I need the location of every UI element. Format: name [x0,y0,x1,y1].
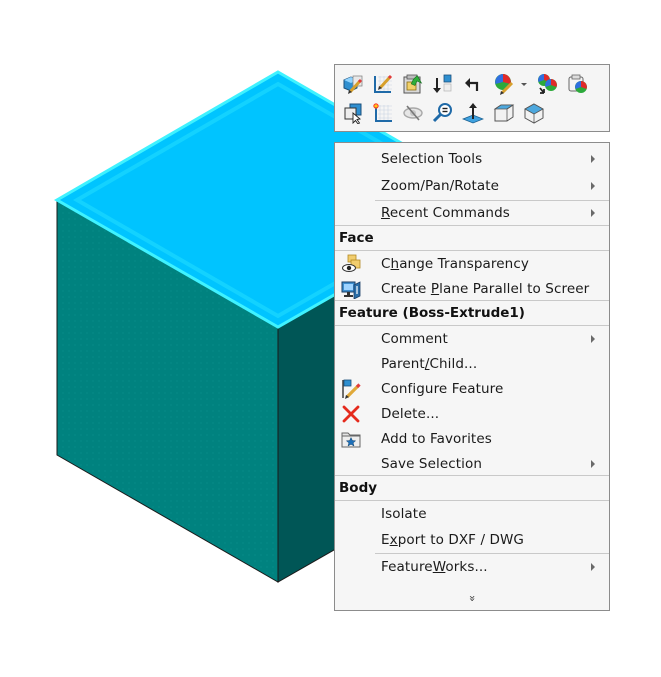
submenu-arrow-icon [591,209,595,217]
menu-item-label: Comment [381,330,448,347]
edit-feature-button[interactable] [341,72,365,96]
menu-item-zoom-pan-rotate[interactable]: Zoom/Pan/Rotate [335,173,609,198]
view-front-cube-icon [493,104,515,122]
submenu-arrow-icon [591,155,595,163]
appearance-paste-icon [568,74,587,93]
select-other-button[interactable] [341,101,365,125]
menu-item-configure-feature[interactable]: Configure Feature [335,376,609,401]
submenu-arrow-icon [591,563,595,571]
context-toolbar [334,64,610,132]
menu-item-save-selection[interactable]: Save Selection [335,451,609,476]
configure-feature-icon [342,379,361,399]
submenu-arrow-icon [591,335,595,343]
select-other-arrow-button[interactable] [461,72,485,96]
menu-item-label: Add to Favorites [381,430,492,447]
menu-item-label: Save Selection [381,455,483,472]
menu-item-comment[interactable]: Comment [335,326,609,351]
submenu-arrow-icon [591,460,595,468]
menu-item-delete[interactable]: Delete... [335,401,609,426]
zoom-to-selection-button[interactable] [431,101,455,125]
section-header-body: Body [335,475,609,501]
menu-item-recent-commands[interactable]: Recent Commands [335,200,609,225]
hide-button[interactable] [401,101,425,125]
menu-item-featureworks[interactable]: FeatureWorks... [335,554,609,579]
normal-to-button[interactable] [461,101,485,125]
expand-menu-button[interactable]: » [335,587,609,609]
favorites-folder-icon [341,432,361,448]
menu-item-label: Parent/Child... [381,355,478,372]
view-iso-cube-icon [524,103,544,124]
menu-item-change-transparency[interactable]: Change Transparency [335,251,609,276]
insert-button[interactable] [401,72,425,96]
zoom-to-selection-icon [432,103,452,123]
plane-parallel-screen-icon [341,281,361,299]
submenu-arrow-icon [591,182,595,190]
undo-arrow-icon [465,78,479,91]
transparency-icon [342,254,361,272]
appearance-dropdown[interactable] [520,79,528,89]
dropdown-arrow-icon [521,82,527,86]
menu-item-label: FeatureWorks... [381,558,488,575]
menu-item-label: Isolate [381,505,427,522]
menu-item-label: Configure Feature [381,380,504,397]
view-front-button[interactable] [492,101,516,125]
copy-appearance-button[interactable] [536,72,560,96]
normal-to-icon [462,103,484,124]
rollback-button[interactable] [431,72,455,96]
sketch-icon [373,103,392,122]
paste-appearance-button[interactable] [566,72,590,96]
insert-component-icon [403,74,423,94]
sketch-button[interactable] [371,101,395,125]
section-header-feature: Feature (Boss-Extrude1) [335,300,609,326]
menu-item-label: Zoom/Pan/Rotate [381,177,500,194]
menu-item-add-to-favorites[interactable]: Add to Favorites [335,426,609,451]
context-menu: Selection Tools Zoom/Pan/Rotate Recent C… [334,142,610,611]
appearance-edit-icon [495,74,514,95]
view-iso-button[interactable] [522,101,546,125]
menu-item-selection-tools[interactable]: Selection Tools [335,146,609,171]
menu-item-label: Export to DXF / DWG [381,531,524,548]
section-header-face: Face [335,225,609,251]
menu-item-label: Recent Commands [381,204,510,221]
appearance-button[interactable] [492,72,516,96]
menu-item-parent-child[interactable]: Parent/Child... [335,351,609,376]
rollback-icon [433,74,452,93]
hide-icon [403,105,423,121]
edit-sketch-button[interactable] [371,72,395,96]
edit-sketch-icon [374,74,393,93]
menu-item-label: Change Transparency [381,255,529,272]
edit-part-icon [343,75,363,94]
menu-item-label: Delete... [381,405,440,422]
menu-item-export-dxf-dwg[interactable]: Export to DXF / DWG [335,527,609,552]
menu-item-label: Create Plane Parallel to Screer [381,280,590,297]
menu-item-label: Selection Tools [381,150,483,167]
menu-item-isolate[interactable]: Isolate [335,501,609,526]
appearance-copy-icon [538,74,557,94]
menu-item-create-plane-parallel[interactable]: Create Plane Parallel to Screer [335,276,609,301]
delete-icon [342,405,360,423]
double-chevron-down-icon: » [465,594,479,602]
select-other-icon [344,103,362,124]
